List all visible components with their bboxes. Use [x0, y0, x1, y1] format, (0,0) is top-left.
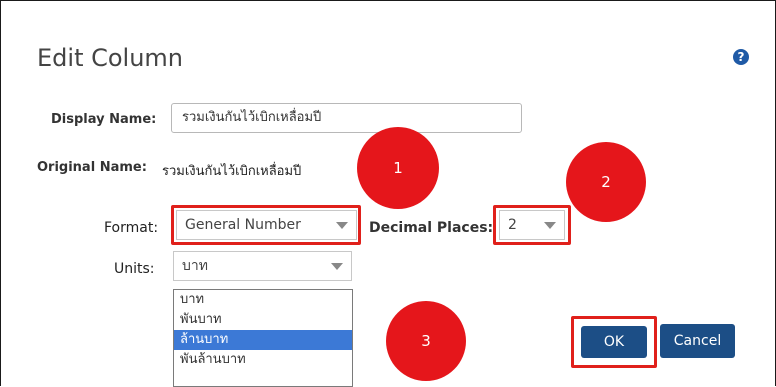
units-selected: บาท: [182, 258, 208, 274]
units-option-highlighted[interactable]: ล้านบาท: [174, 330, 352, 350]
original-name-label: Original Name:: [37, 160, 147, 175]
callout-badge-1: 1: [357, 127, 439, 209]
cancel-button[interactable]: Cancel: [660, 324, 735, 358]
chevron-down-icon: [544, 222, 556, 229]
units-dropdown-list: บาท พันบาท ล้านบาท พันล้านบาท: [173, 289, 353, 387]
dialog-title: Edit Column: [37, 44, 184, 72]
display-name-label: Display Name:: [51, 112, 157, 127]
units-option[interactable]: พันบาท: [174, 310, 352, 330]
chevron-down-icon: [331, 263, 343, 270]
original-name-value: รวมเงินกันไว้เบิกเหลื่อมปี: [162, 164, 302, 179]
units-select[interactable]: บาท: [173, 251, 352, 281]
decimal-places-label: Decimal Places:: [369, 220, 494, 236]
decimal-places-selected: 2: [508, 217, 517, 233]
callout-badge-2: 2: [566, 142, 646, 222]
decimal-places-select[interactable]: 2: [499, 210, 565, 240]
callout-badge-3: 3: [386, 301, 466, 381]
help-icon[interactable]: ?: [733, 49, 749, 65]
units-option[interactable]: พันล้านบาท: [174, 350, 352, 370]
display-name-input[interactable]: รวมเงินกันไว้เบิกเหลื่อมปี: [171, 103, 522, 133]
units-label: Units:: [114, 261, 155, 277]
units-option[interactable]: บาท: [174, 290, 352, 310]
chevron-down-icon: [336, 222, 348, 229]
ok-button[interactable]: OK: [581, 326, 647, 358]
format-select[interactable]: General Number: [176, 210, 357, 240]
format-selected: General Number: [185, 217, 301, 233]
format-label: Format:: [104, 220, 159, 236]
